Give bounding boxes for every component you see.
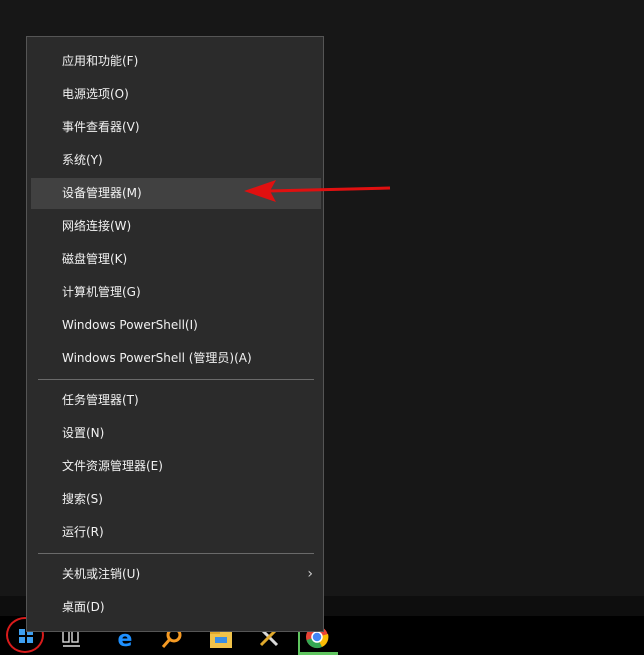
menu-item-label: 运行(R) — [62, 525, 104, 539]
menu-item-run[interactable]: 运行(R) — [31, 517, 321, 548]
menu-item-powershell[interactable]: Windows PowerShell(I) — [31, 310, 321, 341]
menu-item-label: 计算机管理(G) — [62, 285, 141, 299]
menu-item-event-viewer[interactable]: 事件查看器(V) — [31, 112, 321, 143]
menu-item-file-explorer[interactable]: 文件资源管理器(E) — [31, 451, 321, 482]
menu-item-shutdown-signout[interactable]: 关机或注销(U) › — [31, 559, 321, 590]
menu-item-label: 文件资源管理器(E) — [62, 459, 163, 473]
menu-item-apps-features[interactable]: 应用和功能(F) — [31, 46, 321, 77]
menu-item-label: 应用和功能(F) — [62, 54, 139, 68]
menu-separator — [38, 379, 314, 380]
menu-item-label: 设置(N) — [62, 426, 105, 440]
menu-item-search[interactable]: 搜索(S) — [31, 484, 321, 515]
menu-item-label: 搜索(S) — [62, 492, 103, 506]
menu-item-label: 关机或注销(U) — [62, 567, 141, 581]
menu-item-label: 设备管理器(M) — [62, 186, 142, 200]
menu-item-task-manager[interactable]: 任务管理器(T) — [31, 385, 321, 416]
winx-context-menu: 应用和功能(F) 电源选项(O) 事件查看器(V) 系统(Y) 设备管理器(M)… — [26, 36, 324, 632]
menu-item-label: Windows PowerShell (管理员)(A) — [62, 351, 252, 365]
menu-separator — [38, 553, 314, 554]
menu-item-power-options[interactable]: 电源选项(O) — [31, 79, 321, 110]
menu-item-device-manager[interactable]: 设备管理器(M) — [31, 178, 321, 209]
menu-item-label: 桌面(D) — [62, 600, 105, 614]
menu-item-label: 任务管理器(T) — [62, 393, 139, 407]
menu-item-label: 网络连接(W) — [62, 219, 132, 233]
menu-item-powershell-admin[interactable]: Windows PowerShell (管理员)(A) — [31, 343, 321, 374]
menu-item-settings[interactable]: 设置(N) — [31, 418, 321, 449]
menu-item-label: Windows PowerShell(I) — [62, 318, 198, 332]
menu-item-system[interactable]: 系统(Y) — [31, 145, 321, 176]
menu-item-label: 事件查看器(V) — [62, 120, 140, 134]
menu-item-computer-management[interactable]: 计算机管理(G) — [31, 277, 321, 308]
menu-item-network-connections[interactable]: 网络连接(W) — [31, 211, 321, 242]
menu-item-disk-management[interactable]: 磁盘管理(K) — [31, 244, 321, 275]
menu-item-label: 磁盘管理(K) — [62, 252, 128, 266]
chevron-right-icon: › — [307, 566, 313, 582]
menu-item-label: 电源选项(O) — [62, 87, 129, 101]
menu-item-label: 系统(Y) — [62, 153, 103, 167]
menu-item-desktop[interactable]: 桌面(D) — [31, 592, 321, 623]
